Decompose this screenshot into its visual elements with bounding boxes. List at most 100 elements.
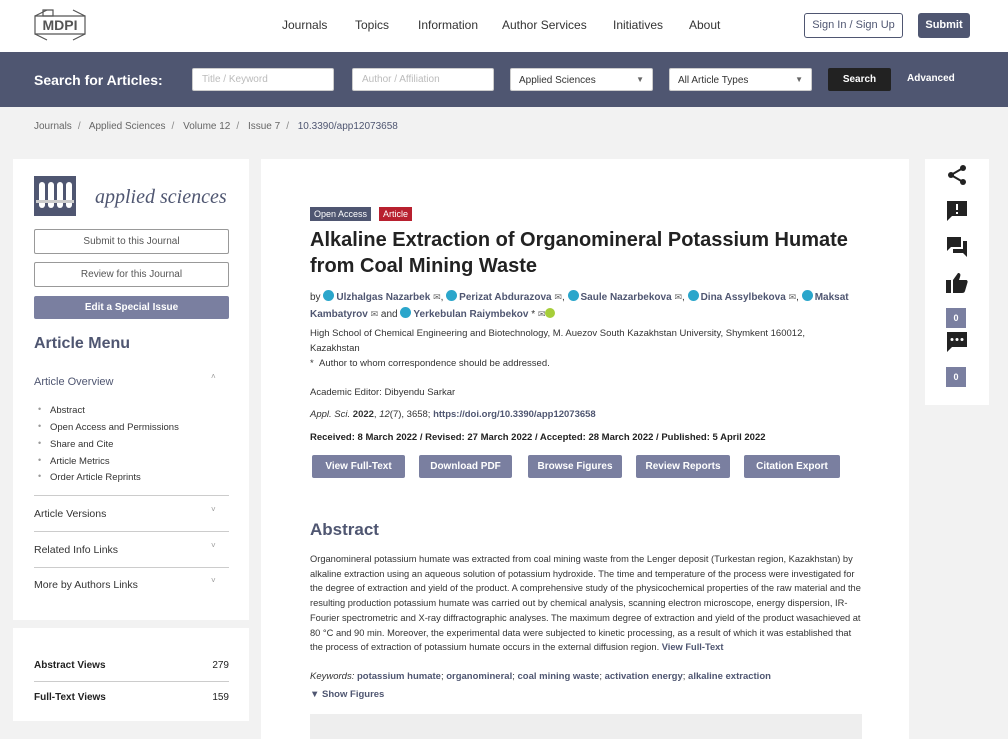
- email-icon[interactable]: ✉: [433, 292, 441, 302]
- author-icon: [323, 290, 335, 301]
- forum-icon[interactable]: [945, 235, 969, 259]
- figures-preview: [310, 714, 862, 739]
- browse-figures-button[interactable]: Browse Figures: [528, 455, 622, 478]
- comment-count: 0: [946, 367, 966, 387]
- author-link[interactable]: Ulzhalgas Nazarbek: [336, 292, 430, 303]
- view-full-text-button[interactable]: View Full-Text: [312, 455, 405, 478]
- author-link[interactable]: Yerkebulan Raiymbekov: [413, 309, 528, 320]
- breadcrumb-volume[interactable]: Volume 12: [183, 121, 230, 132]
- breadcrumb-issue[interactable]: Issue 7: [248, 121, 280, 132]
- breadcrumb-journals[interactable]: Journals: [34, 121, 72, 132]
- journal-logo-icon[interactable]: [34, 176, 76, 216]
- abstract-heading: Abstract: [310, 520, 379, 539]
- view-full-text-link[interactable]: View Full-Text: [662, 642, 724, 652]
- comment-icon[interactable]: [945, 330, 969, 354]
- article-type-select[interactable]: All Article Types ▼: [669, 68, 812, 91]
- author-icon: [567, 290, 579, 301]
- open-access-badge: Open Access: [310, 207, 372, 221]
- advanced-search-link[interactable]: Advanced: [907, 73, 955, 84]
- keyword-link[interactable]: alkaline extraction: [688, 671, 771, 682]
- breadcrumb-journal[interactable]: Applied Sciences: [89, 121, 166, 132]
- menu-item-share-cite[interactable]: • Share and Cite: [38, 438, 113, 450]
- orcid-icon[interactable]: [545, 308, 556, 318]
- nav-journals[interactable]: Journals: [282, 18, 327, 32]
- email-icon[interactable]: ✉: [371, 309, 379, 319]
- corresponding-note: * Author to whom correspondence should b…: [310, 358, 550, 369]
- nav-author-services[interactable]: Author Services: [502, 18, 587, 32]
- mdpi-logo[interactable]: MDPI: [33, 8, 87, 42]
- chevron-down-icon[interactable]: ˅: [211, 505, 216, 514]
- author-list: by Ulzhalgas Nazarbek ✉, Perizat Abduraz…: [310, 290, 849, 320]
- related-info-links-toggle[interactable]: Related Info Links: [34, 544, 118, 556]
- abstract-views-label: Abstract Views: [34, 660, 106, 671]
- abstract-text: Organomineral potassium humate was extra…: [310, 554, 861, 653]
- show-figures-toggle[interactable]: ▼ Show Figures: [310, 689, 384, 700]
- author-icon: [400, 307, 412, 318]
- keyword-link[interactable]: organomineral: [446, 671, 512, 682]
- menu-item-order-reprints[interactable]: • Order Article Reprints: [38, 471, 141, 483]
- keyword-link[interactable]: potassium humate: [357, 671, 441, 682]
- review-for-journal-button[interactable]: Review for this Journal: [34, 262, 229, 287]
- email-icon[interactable]: ✉: [538, 309, 546, 319]
- svg-text:MDPI: MDPI: [43, 17, 78, 33]
- download-pdf-button[interactable]: Download PDF: [419, 455, 512, 478]
- article-overview-toggle[interactable]: Article Overview: [34, 376, 113, 388]
- breadcrumb: Journals / Applied Sciences / Volume 12/ I…: [34, 121, 398, 132]
- breadcrumb-doi: 10.3390/app12073658: [297, 121, 398, 132]
- abstract-views-value: 279: [212, 660, 229, 671]
- top-header: MDPI Journals Topics Information Author …: [0, 0, 1008, 52]
- article-versions-toggle[interactable]: Article Versions: [34, 508, 106, 520]
- review-reports-button[interactable]: Review Reports: [636, 455, 730, 478]
- share-icon[interactable]: [945, 163, 969, 187]
- more-by-authors-toggle[interactable]: More by Authors Links: [34, 579, 138, 591]
- article-stats-panel: Abstract Views 279 Full-Text Views 159: [13, 628, 249, 721]
- email-icon[interactable]: ✉: [554, 292, 562, 302]
- citation-export-button[interactable]: Citation Export: [744, 455, 840, 478]
- nav-topics[interactable]: Topics: [355, 18, 389, 32]
- keyword-link[interactable]: activation energy: [605, 671, 683, 682]
- keyword-link[interactable]: coal mining waste: [518, 671, 600, 682]
- publication-dates: Received: 8 March 2022 / Revised: 27 Mar…: [310, 432, 766, 443]
- report-icon[interactable]: [945, 199, 969, 223]
- submit-button[interactable]: Submit: [918, 13, 970, 38]
- author-affiliation-input[interactable]: Author / Affiliation: [352, 68, 494, 91]
- edit-special-issue-button[interactable]: Edit a Special Issue: [34, 296, 229, 319]
- search-button[interactable]: Search: [828, 68, 891, 91]
- right-toolbar: 0 0: [925, 159, 989, 405]
- search-bar: Search for Articles: Title / Keyword Aut…: [0, 52, 1008, 107]
- academic-editor: Academic Editor: Dibyendu Sarkar: [310, 387, 456, 398]
- divider: [34, 681, 229, 682]
- left-sidebar: applied sciences Submit to this Journal …: [13, 159, 249, 620]
- sign-in-button[interactable]: Sign In / Sign Up: [804, 13, 903, 38]
- menu-item-abstract[interactable]: • Abstract: [38, 404, 85, 416]
- article-type-value: All Article Types: [678, 75, 749, 86]
- journal-name[interactable]: applied sciences: [95, 186, 227, 209]
- submit-to-journal-button[interactable]: Submit to this Journal: [34, 229, 229, 254]
- email-icon[interactable]: ✉: [789, 292, 797, 302]
- article-main: Open Access Article Alkaline Extraction …: [261, 159, 909, 739]
- thumbs-up-icon[interactable]: [945, 271, 969, 295]
- author-link[interactable]: Perizat Abdurazova: [459, 292, 551, 303]
- chevron-down-icon[interactable]: ˅: [211, 576, 216, 585]
- title-keyword-input[interactable]: Title / Keyword: [192, 68, 334, 91]
- menu-item-article-metrics[interactable]: • Article Metrics: [38, 455, 110, 467]
- menu-item-open-access[interactable]: • Open Access and Permissions: [38, 421, 179, 433]
- doi-link[interactable]: https://doi.org/10.3390/app12073658: [433, 409, 596, 420]
- email-icon[interactable]: ✉: [674, 292, 682, 302]
- journal-select-value: Applied Sciences: [519, 75, 596, 86]
- fulltext-views-label: Full-Text Views: [34, 692, 106, 703]
- journal-select[interactable]: Applied Sciences ▼: [510, 68, 653, 91]
- article-menu-title: Article Menu: [34, 335, 131, 352]
- chevron-up-icon[interactable]: ˄: [211, 372, 216, 381]
- nav-information[interactable]: Information: [418, 18, 478, 32]
- like-count: 0: [946, 308, 966, 328]
- nav-about[interactable]: About: [689, 18, 720, 32]
- divider: [34, 567, 229, 568]
- divider: [34, 495, 229, 496]
- author-link[interactable]: Dina Assylbekova: [701, 292, 786, 303]
- author-icon: [687, 290, 699, 301]
- nav-initiatives[interactable]: Initiatives: [613, 18, 663, 32]
- fulltext-views-value: 159: [212, 692, 229, 703]
- author-link[interactable]: Saule Nazarbekova: [581, 292, 672, 303]
- chevron-down-icon[interactable]: ˅: [211, 541, 216, 550]
